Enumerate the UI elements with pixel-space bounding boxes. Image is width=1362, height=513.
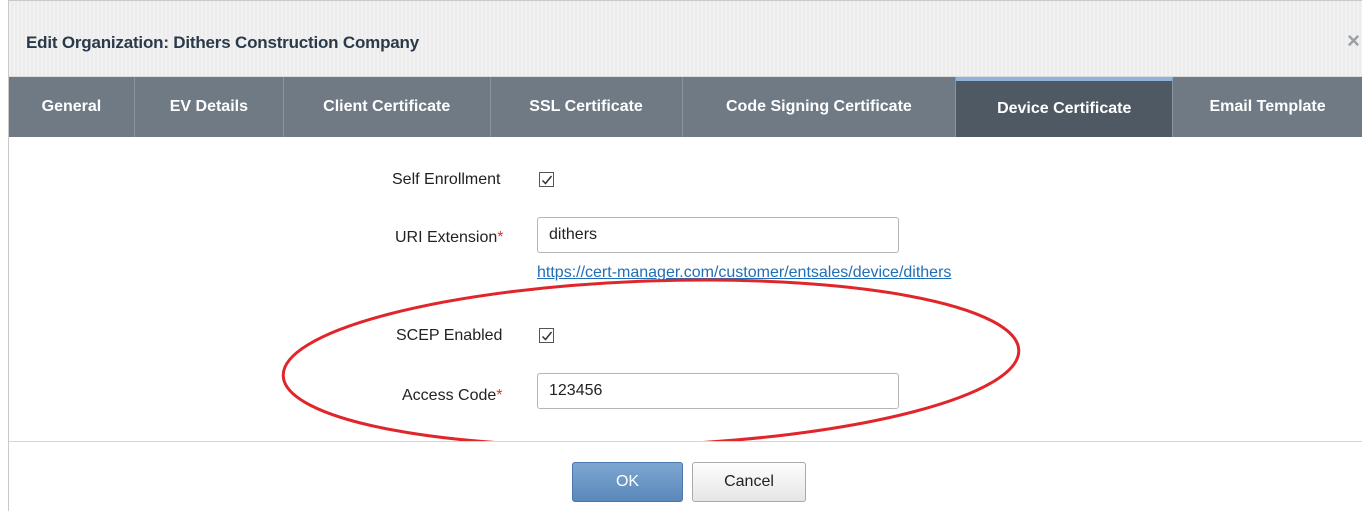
tab-ev-details[interactable]: EV Details — [135, 77, 284, 137]
uri-extension-label-text: URI Extension — [395, 229, 498, 246]
self-enrollment-label: Self Enrollment — [392, 171, 501, 188]
uri-extension-label: URI Extension* — [395, 229, 504, 247]
close-icon[interactable]: × — [1347, 30, 1360, 52]
dialog-footer: OK Cancel — [9, 441, 1362, 513]
required-marker: * — [496, 387, 503, 404]
access-code-label: Access Code* — [402, 387, 503, 405]
required-marker: * — [497, 229, 504, 246]
tab-bar: General EV Details Client Certificate SS… — [9, 77, 1362, 137]
cancel-button[interactable]: Cancel — [692, 462, 806, 502]
checkmark-icon — [541, 331, 553, 341]
tab-client-certificate[interactable]: Client Certificate — [284, 77, 491, 137]
device-enrollment-url-link[interactable]: https://cert-manager.com/customer/entsal… — [537, 264, 951, 282]
ok-button[interactable]: OK — [572, 462, 683, 502]
tab-email-template[interactable]: Email Template — [1173, 77, 1362, 137]
tab-code-signing-certificate[interactable]: Code Signing Certificate — [683, 77, 957, 137]
scep-enabled-checkbox[interactable] — [539, 328, 554, 343]
tab-general[interactable]: General — [9, 77, 135, 137]
access-code-label-text: Access Code — [402, 387, 497, 404]
device-certificate-panel: Self Enrollment URI Extension* https://c… — [9, 137, 1362, 441]
self-enrollment-checkbox[interactable] — [539, 172, 554, 187]
dialog-title: Edit Organization: Dithers Construction … — [26, 33, 419, 52]
edit-organization-dialog: Edit Organization: Dithers Construction … — [8, 0, 1362, 511]
tab-ssl-certificate[interactable]: SSL Certificate — [491, 77, 683, 137]
tab-device-certificate[interactable]: Device Certificate — [956, 77, 1174, 137]
scep-enabled-label: SCEP Enabled — [396, 327, 503, 344]
uri-extension-input[interactable] — [537, 217, 899, 253]
checkmark-icon — [541, 175, 553, 185]
access-code-input[interactable] — [537, 373, 899, 409]
dialog-titlebar: Edit Organization: Dithers Construction … — [9, 1, 1362, 77]
